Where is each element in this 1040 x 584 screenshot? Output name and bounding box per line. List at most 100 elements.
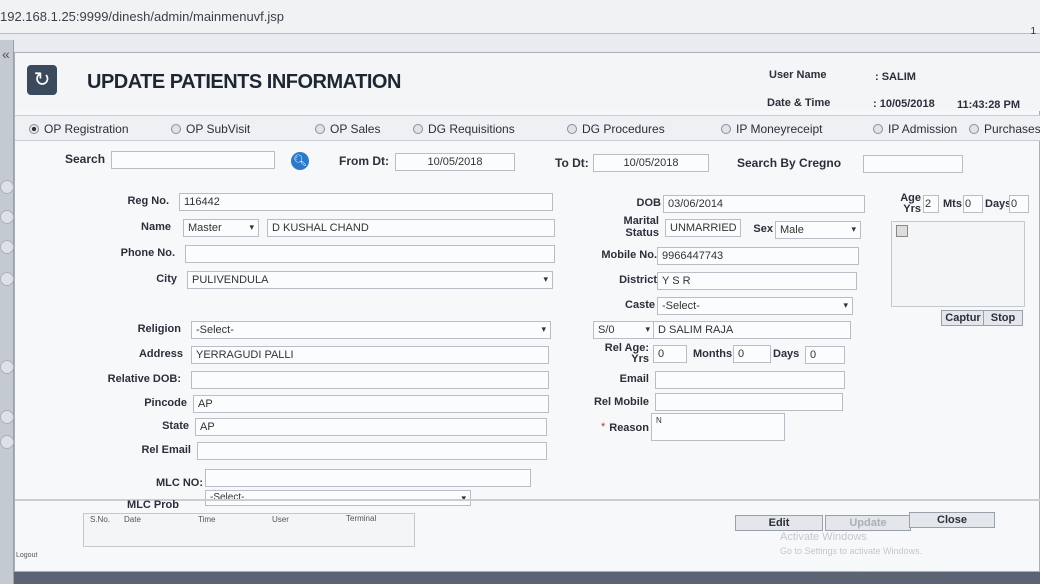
sex-select[interactable]: Male <box>775 221 861 239</box>
date-value: : 10/05/2018 <box>873 98 935 110</box>
rel-mobile-field[interactable] <box>655 393 843 411</box>
radio-icon[interactable] <box>171 124 181 134</box>
to-date-input[interactable]: 10/05/2018 <box>593 154 709 172</box>
radio-ip-admission[interactable]: IP Admission <box>873 122 957 136</box>
page-title: UPDATE PATIENTS INFORMATION <box>87 71 401 93</box>
reg-no-label: Reg No. <box>127 195 169 207</box>
district-label: District <box>619 274 657 286</box>
from-date-label: From Dt: <box>339 154 389 168</box>
city-select[interactable]: PULIVENDULA <box>187 271 553 289</box>
caste-select[interactable]: -Select- <box>657 297 853 315</box>
radio-selected-icon[interactable] <box>29 124 39 134</box>
phone-label: Phone No. <box>120 247 175 259</box>
close-button[interactable]: Close <box>909 512 995 528</box>
sidebar-dot-icon[interactable] <box>0 435 14 449</box>
phone-field[interactable] <box>185 245 555 263</box>
cregno-input[interactable] <box>863 155 963 173</box>
address-label: Address <box>138 348 183 360</box>
relation-name-field[interactable]: D SALIM RAJA <box>653 321 851 339</box>
rel-email-field[interactable] <box>197 442 547 460</box>
dob-field[interactable]: 03/06/2014 <box>663 195 865 213</box>
rel-mobile-label: Rel Mobile <box>593 396 649 408</box>
mlc-prob-label: MLC Prob <box>127 499 179 511</box>
mobile-label: Mobile No. <box>601 249 657 261</box>
relation-type-select[interactable]: S/0 <box>593 321 655 339</box>
collapse-sidebar-icon[interactable]: « <box>2 46 10 62</box>
time-value: 11:43:28 PM <box>957 99 1020 111</box>
relative-dob-field[interactable] <box>191 371 549 389</box>
radio-icon[interactable] <box>567 124 577 134</box>
stop-button[interactable]: Stop <box>983 310 1023 326</box>
powered-by-text: Powered by : Shreen Medisoft Services Pv… <box>818 573 944 579</box>
rel-age-months-field[interactable]: 0 <box>733 345 771 363</box>
radio-label: Purchases <box>984 122 1040 136</box>
radio-label: IP Moneyreceipt <box>736 122 823 136</box>
city-label: City <box>156 273 177 285</box>
marital-label-line1: Marital <box>623 215 659 227</box>
state-field[interactable]: AP <box>195 418 547 436</box>
mlc-no-field[interactable] <box>205 469 531 487</box>
url-text[interactable]: 192.168.1.25:9999/dinesh/admin/mainmenuv… <box>0 9 284 24</box>
from-date-input[interactable]: 10/05/2018 <box>395 153 515 171</box>
patient-form: Reg No. 116442 Name Master D KUSHAL CHAN… <box>15 181 1040 511</box>
mobile-field[interactable]: 9966447743 <box>657 247 859 265</box>
logout-link[interactable]: Logout <box>16 552 37 559</box>
reason-label: Reason <box>609 422 649 434</box>
required-marker: * <box>601 421 606 433</box>
pincode-field[interactable]: AP <box>193 395 549 413</box>
age-days-label: Days <box>985 198 1012 210</box>
pincode-label: Pincode <box>144 397 187 409</box>
sidebar-dot-icon[interactable] <box>0 180 14 194</box>
radio-op-registration[interactable]: OP Registration <box>29 122 129 136</box>
capture-button[interactable]: Captur <box>941 310 985 326</box>
name-field[interactable]: D KUSHAL CHAND <box>267 219 555 237</box>
radio-dg-procedures[interactable]: DG Procedures <box>567 122 665 136</box>
search-input[interactable] <box>111 151 275 169</box>
email-field[interactable] <box>655 371 845 389</box>
rel-age-days-field[interactable]: 0 <box>805 346 845 364</box>
refresh-icon[interactable]: ↻ <box>27 65 57 95</box>
age-label: Age Yrs <box>895 193 921 215</box>
religion-select[interactable]: -Select- <box>191 321 551 339</box>
sidebar-dot-icon[interactable] <box>0 410 14 424</box>
age-years-field[interactable]: 2 <box>923 195 939 213</box>
search-icon[interactable]: 🔍︎ <box>291 152 309 170</box>
district-field[interactable]: Y S R <box>657 272 857 290</box>
radio-op-sales[interactable]: OP Sales <box>315 122 380 136</box>
radio-icon[interactable] <box>721 124 731 134</box>
age-months-label: Mts <box>943 198 962 210</box>
address-field[interactable]: YERRAGUDI PALLI <box>191 346 549 364</box>
mlc-prob-select[interactable]: -Select- <box>205 490 471 506</box>
sidebar-dot-icon[interactable] <box>0 272 14 286</box>
radio-icon[interactable] <box>873 124 883 134</box>
radio-icon[interactable] <box>969 124 979 134</box>
age-days-field[interactable]: 0 <box>1009 195 1029 213</box>
radio-ip-moneyreceipt[interactable]: IP Moneyreceipt <box>721 122 823 136</box>
mlc-no-label: MLC NO: <box>155 477 203 489</box>
sidebar-dot-icon[interactable] <box>0 240 14 254</box>
sidebar-dot-icon[interactable] <box>0 360 14 374</box>
religion-label: Religion <box>137 323 181 335</box>
rel-age-years-field[interactable]: 0 <box>653 345 687 363</box>
update-button[interactable]: Update <box>825 515 911 531</box>
name-title-select[interactable]: Master <box>183 219 259 237</box>
relative-dob-label: Relative DOB: <box>107 373 181 385</box>
age-label-line2: Yrs <box>903 203 921 215</box>
grid-header-user: User <box>272 515 289 524</box>
radio-icon[interactable] <box>315 124 325 134</box>
marital-status-field[interactable]: UNMARRIED <box>665 219 741 237</box>
radio-label: OP SubVisit <box>186 122 251 136</box>
reg-no-field[interactable]: 116442 <box>179 193 553 211</box>
edit-button[interactable]: Edit <box>735 515 823 531</box>
grid-header-terminal: Terminal <box>346 514 377 523</box>
radio-icon[interactable] <box>413 124 423 134</box>
radio-dg-requisitions[interactable]: DG Requisitions <box>413 122 515 136</box>
sidebar-dot-icon[interactable] <box>0 210 14 224</box>
email-label: Email <box>619 373 649 385</box>
age-months-field[interactable]: 0 <box>963 195 983 213</box>
reason-field[interactable]: N <box>651 413 785 441</box>
radio-op-subvisit[interactable]: OP SubVisit <box>171 122 250 136</box>
user-name-value: : SALIM <box>875 71 916 83</box>
browser-address-bar[interactable]: 192.168.1.25:9999/dinesh/admin/mainmenuv… <box>0 0 1040 37</box>
radio-purchases[interactable]: Purchases <box>969 122 1040 136</box>
